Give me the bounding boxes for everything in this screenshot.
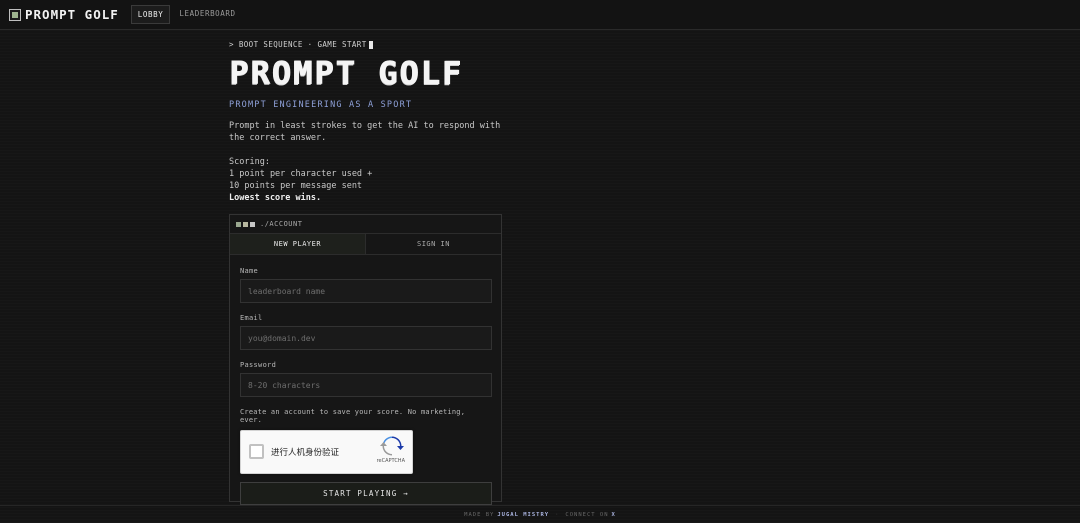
tab-new-player[interactable]: NEW PLAYER <box>230 234 366 254</box>
golf-flag-icon <box>9 8 21 21</box>
footer-connect: CONNECT ON <box>565 511 609 518</box>
email-input[interactable] <box>240 326 492 350</box>
footer-separator: · <box>555 511 560 518</box>
top-nav-bar: PROMPT GOLF LOBBY LEADERBOARD <box>0 0 1080 30</box>
name-label: Name <box>240 267 259 275</box>
boot-line: > BOOT SEQUENCE · GAME START <box>229 40 504 49</box>
window-dot-icon <box>250 221 255 227</box>
footer-made-by: MADE BY <box>464 511 495 518</box>
recaptcha-brand: reCAPTCHA <box>376 458 405 464</box>
account-panel: ./ACCOUNT NEW PLAYER SIGN IN Name Email … <box>229 214 502 505</box>
signup-form: Name Email Password Create an account to… <box>230 267 501 505</box>
privacy-hint: Create an account to save your score. No… <box>240 408 466 424</box>
scoring-rule-messages: 10 points per message sent <box>229 181 363 191</box>
email-label: Email <box>240 314 263 322</box>
password-input[interactable] <box>240 373 492 397</box>
scoring-rule-win: Lowest score wins. <box>229 193 322 203</box>
name-input[interactable] <box>240 279 492 303</box>
author-link[interactable]: JUGAL MISTRY <box>497 512 549 518</box>
window-dot-icon <box>236 221 241 227</box>
panel-header: ./ACCOUNT <box>230 215 501 234</box>
page-title: PROMPT GOLF <box>229 54 463 92</box>
description: Prompt in least strokes to get the AI to… <box>229 121 501 143</box>
start-playing-button[interactable]: START PLAYING → <box>240 482 492 505</box>
nav-tab-lobby[interactable]: LOBBY <box>130 5 171 24</box>
boot-text: > BOOT SEQUENCE · GAME START <box>229 40 367 49</box>
tagline: PROMPT ENGINEERING AS A SPORT <box>229 100 413 110</box>
nav-tab-leaderboard[interactable]: LEADERBOARD <box>173 5 241 24</box>
hero-section: > BOOT SEQUENCE · GAME START PROMPT GOLF… <box>229 40 504 204</box>
account-tabs: NEW PLAYER SIGN IN <box>230 234 501 255</box>
recaptcha-logo-icon <box>380 436 404 456</box>
main-nav: LOBBY LEADERBOARD <box>130 5 245 24</box>
footer: MADE BY JUGAL MISTRY · CONNECT ON X <box>0 505 1080 523</box>
recaptcha-label: 进行人机身份验证 <box>271 448 340 458</box>
window-dot-icon <box>243 221 248 227</box>
recaptcha-checkbox[interactable] <box>249 444 264 459</box>
blinking-cursor <box>368 40 373 49</box>
scoring-rules: Scoring: 1 point per character used + 10… <box>229 156 504 204</box>
x-link[interactable]: X <box>612 512 616 518</box>
brand-logo[interactable]: PROMPT GOLF <box>9 7 119 22</box>
scoring-title: Scoring: <box>229 157 270 167</box>
panel-title: ./ACCOUNT <box>260 220 303 228</box>
password-label: Password <box>240 361 277 369</box>
scoring-rule-characters: 1 point per character used + <box>229 169 373 179</box>
recaptcha-widget: 进行人机身份验证 reCAPTCHA <box>240 430 413 474</box>
brand-name: PROMPT GOLF <box>25 7 119 22</box>
tab-sign-in[interactable]: SIGN IN <box>366 234 501 254</box>
